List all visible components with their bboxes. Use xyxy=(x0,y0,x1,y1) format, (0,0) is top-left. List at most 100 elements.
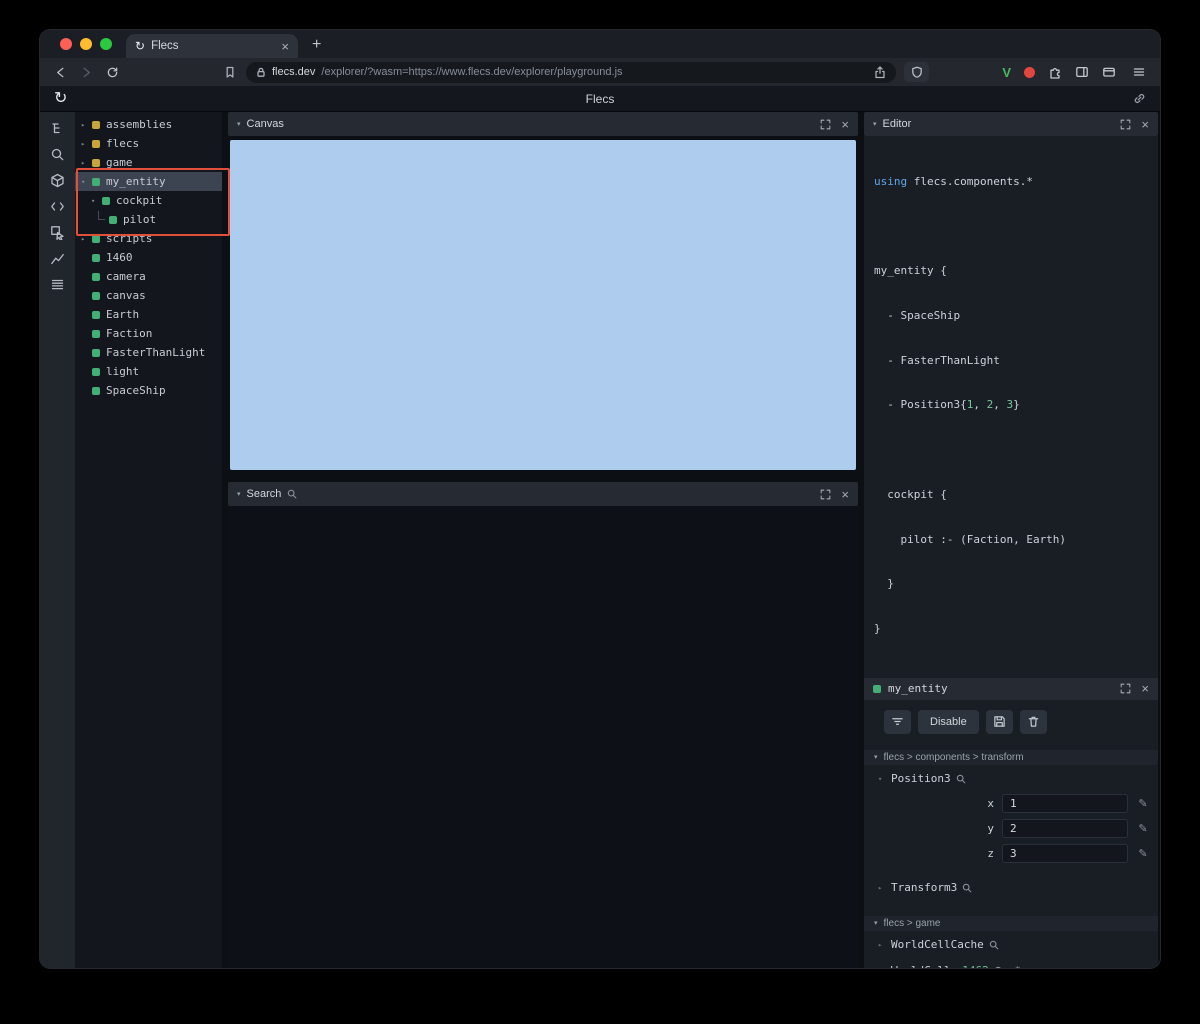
inspector-icon[interactable] xyxy=(50,225,65,240)
entity-square-icon xyxy=(92,367,100,376)
tree-item-light[interactable]: light xyxy=(75,362,222,381)
extension-red-icon[interactable] xyxy=(1024,66,1035,78)
chevron-right-icon[interactable]: ▸ xyxy=(878,967,886,968)
outliner-icon[interactable] xyxy=(50,121,65,136)
tree-item-my-entity[interactable]: ▾ my_entity xyxy=(75,172,222,191)
lock-icon xyxy=(256,67,266,78)
entity-square-icon xyxy=(92,348,100,357)
close-window-button[interactable] xyxy=(60,38,72,50)
chevron-right-icon[interactable]: ▸ xyxy=(81,121,92,129)
tree-item-canvas[interactable]: canvas xyxy=(75,286,222,305)
tree-item-flecs[interactable]: ▸ flecs xyxy=(75,134,222,153)
entity-square-icon xyxy=(92,234,100,243)
chart-icon[interactable] xyxy=(50,251,65,266)
stats-icon[interactable] xyxy=(50,277,65,292)
save-button[interactable] xyxy=(985,709,1013,734)
section-header-transform[interactable]: ▾ flecs > components > transform xyxy=(864,749,1158,765)
browser-tab[interactable]: ↻ Flecs × xyxy=(126,34,298,58)
tree-item-game[interactable]: ▸ game xyxy=(75,153,222,172)
tree-item-faction[interactable]: Faction xyxy=(75,324,222,343)
component-name: Transform3 xyxy=(891,881,958,895)
chevron-down-icon[interactable]: ▾ xyxy=(873,120,877,128)
chevron-down-icon[interactable]: ▾ xyxy=(81,178,92,186)
section-header-game[interactable]: ▾ flecs > game xyxy=(864,915,1158,931)
search-icon[interactable] xyxy=(956,774,966,784)
search-icon[interactable] xyxy=(962,883,972,893)
tree-item-cockpit[interactable]: ▾ cockpit xyxy=(75,191,222,210)
edit-icon[interactable]: ✎ xyxy=(1136,847,1150,860)
chevron-right-icon[interactable]: ▸ xyxy=(81,159,92,167)
tab-close-icon[interactable]: × xyxy=(281,40,289,53)
wildcard-suffix: .* xyxy=(1009,965,1021,968)
forward-icon[interactable] xyxy=(80,66,93,79)
new-tab-button[interactable]: + xyxy=(312,32,321,58)
app-title: Flecs xyxy=(585,91,615,106)
disable-button[interactable]: Disable xyxy=(918,709,979,734)
zoom-window-button[interactable] xyxy=(100,38,112,50)
chevron-down-icon[interactable]: ▾ xyxy=(237,490,241,498)
canvas-viewport[interactable] xyxy=(230,140,856,470)
tree-branch-line xyxy=(98,210,105,220)
back-icon[interactable] xyxy=(54,66,67,79)
chevron-down-icon[interactable]: ▾ xyxy=(91,197,102,205)
edit-icon[interactable]: ✎ xyxy=(1136,797,1150,810)
filter-button[interactable] xyxy=(884,709,911,734)
tree-item-assemblies[interactable]: ▸ assemblies xyxy=(75,115,222,134)
close-icon[interactable]: × xyxy=(841,118,849,131)
search-panel-header: ▾ Search × xyxy=(228,482,858,506)
tree-item-earth[interactable]: Earth xyxy=(75,305,222,324)
section-path: flecs > components > transform xyxy=(883,751,1024,763)
tree-item-camera[interactable]: camera xyxy=(75,267,222,286)
code-icon[interactable] xyxy=(50,199,65,214)
cube-icon[interactable] xyxy=(50,173,65,188)
extension-v-icon[interactable]: V xyxy=(1002,65,1011,80)
wallet-icon[interactable] xyxy=(1102,65,1116,79)
chevron-right-icon[interactable]: ▸ xyxy=(878,884,886,892)
chevron-down-icon[interactable]: ▾ xyxy=(237,120,241,128)
position3-y-input[interactable] xyxy=(1002,818,1128,838)
close-icon[interactable]: × xyxy=(1141,118,1149,131)
expand-icon[interactable] xyxy=(1120,683,1131,694)
tab-title: Flecs xyxy=(151,40,179,52)
expand-icon[interactable] xyxy=(820,489,831,500)
chevron-down-icon[interactable]: ▾ xyxy=(878,775,886,783)
tree-item-spaceship[interactable]: SpaceShip xyxy=(75,381,222,400)
tree-item-pilot[interactable]: pilot xyxy=(75,210,222,229)
close-icon[interactable]: × xyxy=(841,488,849,501)
search-icon[interactable] xyxy=(989,940,999,950)
menu-icon[interactable] xyxy=(1132,65,1146,79)
chevron-right-icon[interactable]: ▸ xyxy=(81,140,92,148)
expand-icon[interactable] xyxy=(820,119,831,130)
component-row-position3[interactable]: ▾ Position3 xyxy=(872,767,1150,791)
share-icon[interactable] xyxy=(874,65,886,79)
module-square-icon xyxy=(92,139,100,148)
close-icon[interactable]: × xyxy=(1141,682,1149,695)
position3-x-input[interactable] xyxy=(1002,793,1128,813)
delete-button[interactable] xyxy=(1019,709,1047,734)
chevron-right-icon[interactable]: ▸ xyxy=(81,235,92,243)
icon-rail xyxy=(40,112,75,968)
url-bar[interactable]: flecs.dev /explorer/?wasm=https://www.fl… xyxy=(246,61,896,83)
link-icon[interactable] xyxy=(1133,92,1146,105)
reload-icon[interactable] xyxy=(106,66,119,79)
tree-item-scripts[interactable]: ▸ scripts xyxy=(75,229,222,248)
tree-item-label: light xyxy=(106,365,140,378)
expand-icon[interactable] xyxy=(1120,119,1131,130)
component-row-worldcellcache[interactable]: ▸ WorldCellCache xyxy=(872,933,1150,957)
puzzle-icon[interactable] xyxy=(1048,65,1062,79)
edit-icon[interactable]: ✎ xyxy=(1136,822,1150,835)
search-icon[interactable] xyxy=(50,147,65,162)
bookmark-icon[interactable] xyxy=(224,66,236,79)
position3-z-input[interactable] xyxy=(1002,843,1128,863)
minimize-window-button[interactable] xyxy=(80,38,92,50)
chevron-right-icon[interactable]: ▸ xyxy=(878,941,886,949)
tree-item-fasterthanlight[interactable]: FasterThanLight xyxy=(75,343,222,362)
component-row-worldcell[interactable]: ▸ WorldCell: 1462 .* xyxy=(872,959,1150,968)
component-row-transform3[interactable]: ▸ Transform3 xyxy=(872,876,1150,900)
inspector-body: Disable ▾ flecs > components > transform… xyxy=(864,699,1158,968)
shield-icon[interactable] xyxy=(904,62,929,82)
sidebar-toggle-icon[interactable] xyxy=(1075,65,1089,79)
code-editor[interactable]: using flecs.components.* my_entity { - S… xyxy=(864,136,1158,678)
tree-item-1460[interactable]: 1460 xyxy=(75,248,222,267)
search-icon[interactable] xyxy=(994,966,1004,968)
